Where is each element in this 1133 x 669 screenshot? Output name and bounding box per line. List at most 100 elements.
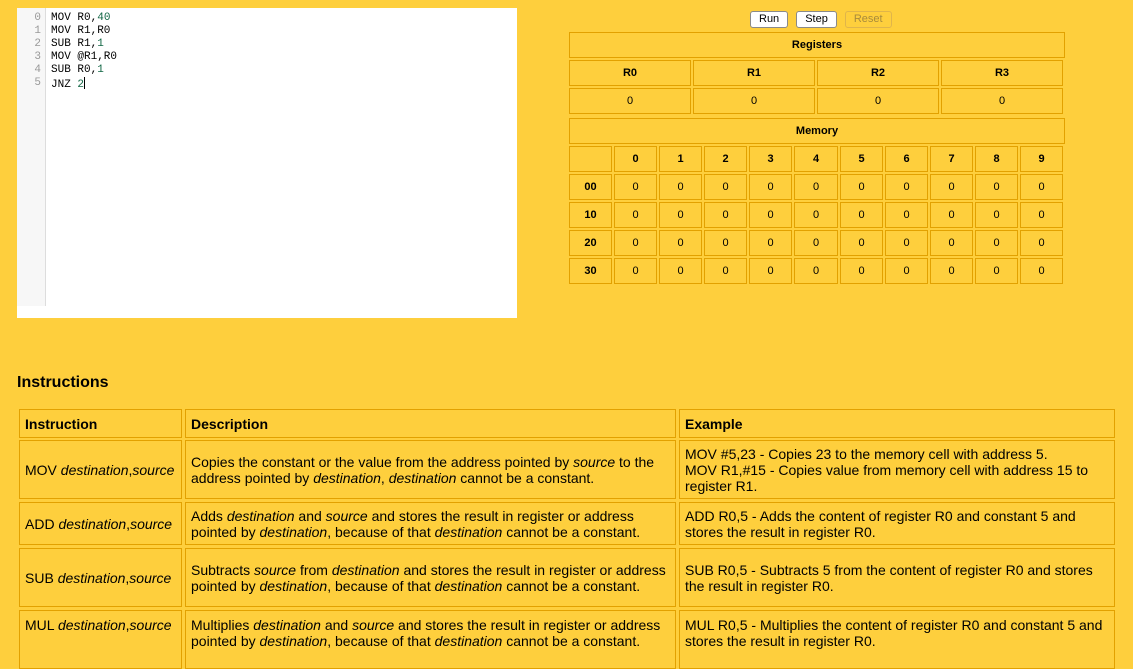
register-value-r0: 0 — [569, 88, 691, 114]
memory-column-header: 1 — [659, 146, 702, 172]
memory-cell: 0 — [794, 202, 838, 228]
example-cell: MUL R0,5 - Multiplies the content of reg… — [679, 610, 1115, 669]
example-cell: MOV #5,23 - Copies 23 to the memory cell… — [679, 440, 1115, 499]
memory-cell: 0 — [1020, 174, 1063, 200]
memory-column-header: 3 — [749, 146, 792, 172]
line-number: 4 — [34, 64, 41, 76]
memory-cell: 0 — [704, 230, 747, 256]
code-editor[interactable]: 0 MOV R0,40 1 MOV R1,R0 2 SUB R1,1 3 MOV @R1,R0… — [17, 8, 517, 318]
memory-column-header: 0 — [614, 146, 657, 172]
memory-cell: 0 — [930, 230, 973, 256]
description-cell: Copies the constant or the value from th… — [185, 440, 676, 499]
line-number: 3 — [34, 51, 41, 63]
example-cell: ADD R0,5 - Adds the content of register … — [679, 502, 1115, 545]
memory-column-header: 2 — [704, 146, 747, 172]
memory-cell: 0 — [659, 174, 702, 200]
memory-cell: 0 — [614, 230, 657, 256]
memory-row-header: 30 — [569, 258, 612, 284]
line-number: 1 — [34, 25, 41, 37]
registers-title: Registers — [569, 32, 1065, 58]
memory-row-header: 20 — [569, 230, 612, 256]
memory-cell: 0 — [930, 202, 973, 228]
memory-cell: 0 — [704, 174, 747, 200]
code-mnemonic: MOV — [51, 51, 78, 63]
code-mnemonic: SUB — [51, 64, 78, 76]
memory-cell: 0 — [794, 258, 838, 284]
memory-column-header: 8 — [975, 146, 1018, 172]
code-line: 2 SUB R1,1 — [17, 38, 517, 51]
line-code: MOV R1,R0 — [49, 25, 110, 38]
instruction-cell: MOV destination,source — [19, 440, 182, 499]
step-button[interactable]: Step — [796, 11, 837, 28]
memory-cell: 0 — [794, 230, 838, 256]
description-cell: Multiplies destination and source and st… — [185, 610, 676, 669]
instruction-column-header: Instruction — [19, 409, 182, 438]
instruction-cell: MUL destination,source — [19, 610, 182, 669]
memory-row-header: 00 — [569, 174, 612, 200]
description-cell: Subtracts source from destination and st… — [185, 548, 676, 607]
memory-corner-cell — [569, 146, 612, 172]
code-mnemonic: JNZ — [51, 79, 78, 91]
code-line: 1 MOV R1,R0 — [17, 25, 517, 38]
memory-cell: 0 — [975, 202, 1018, 228]
memory-cell: 0 — [704, 258, 747, 284]
memory-cell: 0 — [749, 230, 792, 256]
memory-cell: 0 — [975, 258, 1018, 284]
memory-title: Memory — [569, 118, 1065, 144]
description-cell: Adds destination and source and stores t… — [185, 502, 676, 545]
code-line: 3 MOV @R1,R0 — [17, 51, 517, 64]
code-mnemonic: MOV — [51, 12, 78, 24]
line-code: MOV R0,40 — [49, 12, 110, 25]
memory-cell: 0 — [749, 174, 792, 200]
register-name-r1: R1 — [693, 60, 815, 86]
memory-column-header: 6 — [885, 146, 928, 172]
memory-cell: 0 — [1020, 258, 1063, 284]
memory-cell: 0 — [749, 258, 792, 284]
memory-cell: 0 — [885, 174, 928, 200]
memory-cell: 0 — [794, 174, 838, 200]
control-toolbar: Run Step Reset — [750, 11, 892, 28]
memory-cell: 0 — [975, 174, 1018, 200]
line-number: 2 — [34, 38, 41, 50]
memory-cell: 0 — [840, 258, 883, 284]
memory-cell: 0 — [885, 230, 928, 256]
memory-cell: 0 — [930, 174, 973, 200]
memory-cell: 0 — [840, 230, 883, 256]
register-name-r0: R0 — [569, 60, 691, 86]
example-cell: SUB R0,5 - Subtracts 5 from the content … — [679, 548, 1115, 607]
memory-cell: 0 — [1020, 230, 1063, 256]
register-name-r2: R2 — [817, 60, 939, 86]
memory-cell: 0 — [659, 230, 702, 256]
line-number: 5 — [34, 77, 41, 89]
code-lines[interactable]: 0 MOV R0,40 1 MOV R1,R0 2 SUB R1,1 3 MOV @R1,R0… — [17, 12, 517, 91]
memory-row-header: 10 — [569, 202, 612, 228]
code-line: 5 JNZ 2 — [17, 77, 517, 91]
code-number: 40 — [97, 12, 111, 24]
code-mnemonic: SUB — [51, 38, 78, 50]
description-column-header: Description — [185, 409, 676, 438]
line-code: SUB R0,1 — [49, 64, 104, 77]
memory-cell: 0 — [930, 258, 973, 284]
run-button[interactable]: Run — [750, 11, 789, 28]
memory-cell: 0 — [885, 258, 928, 284]
code-mnemonic: MOV — [51, 25, 78, 37]
code-operand: @R1,R0 — [77, 51, 118, 63]
line-code: JNZ 2 — [49, 77, 86, 91]
code-operand: R0, — [77, 12, 98, 24]
code-operand: R1,R0 — [77, 25, 111, 37]
register-name-r3: R3 — [941, 60, 1063, 86]
memory-cell: 0 — [614, 174, 657, 200]
memory-cell: 0 — [749, 202, 792, 228]
code-number: 1 — [97, 64, 104, 76]
memory-column-header: 4 — [794, 146, 838, 172]
line-code: SUB R1,1 — [49, 38, 104, 51]
memory-cell: 0 — [885, 202, 928, 228]
example-column-header: Example — [679, 409, 1115, 438]
reset-button: Reset — [844, 11, 892, 28]
instruction-cell: ADD destination,source — [19, 502, 182, 545]
memory-cell: 0 — [840, 202, 883, 228]
memory-cell: 0 — [614, 258, 657, 284]
register-value-r3: 0 — [941, 88, 1063, 114]
code-line: 0 MOV R0,40 — [17, 12, 517, 25]
line-number: 0 — [34, 12, 41, 24]
